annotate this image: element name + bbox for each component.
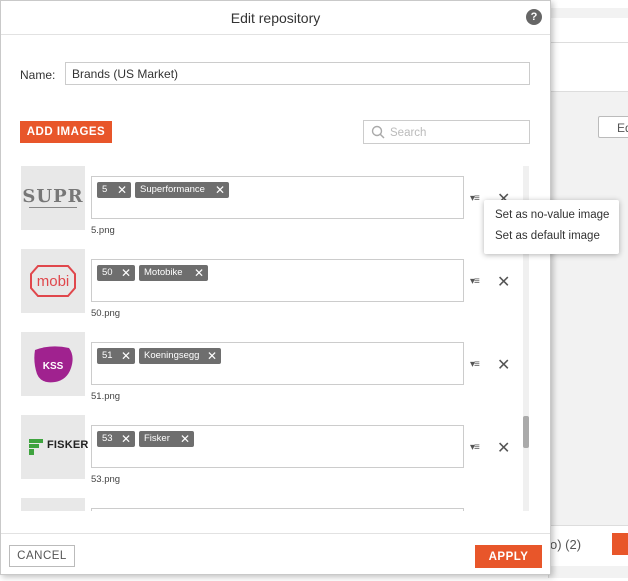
edit-repository-dialog: Edit repository ? Name: ADD IMAGES SUPR … bbox=[0, 0, 619, 575]
background-edit-button[interactable]: Ed bbox=[598, 116, 628, 138]
search-input[interactable] bbox=[388, 124, 522, 142]
tag-remove-icon[interactable]: ✕ bbox=[207, 348, 217, 364]
background-action-button[interactable] bbox=[612, 533, 628, 555]
tag-chip: 51 ✕ bbox=[97, 348, 135, 364]
background-row bbox=[548, 18, 628, 43]
tag-label: 5 bbox=[102, 184, 108, 195]
name-input[interactable] bbox=[65, 62, 530, 85]
tag-remove-icon[interactable]: ✕ bbox=[121, 431, 131, 447]
tags-field[interactable]: 50 ✕ Motobike ✕ bbox=[91, 259, 464, 302]
tag-remove-icon[interactable]: ✕ bbox=[180, 431, 190, 447]
row-menu-icon[interactable]: ▾≡ bbox=[470, 276, 480, 287]
image-filename: 51.png bbox=[91, 391, 121, 402]
search-box[interactable] bbox=[363, 120, 530, 144]
image-filename: 50.png bbox=[91, 308, 121, 319]
row-menu-icon[interactable]: ▾≡ bbox=[470, 442, 480, 453]
background-status-text: o) (2) bbox=[550, 537, 582, 552]
remove-image-icon[interactable]: ✕ bbox=[497, 272, 510, 292]
row-menu-icon[interactable]: ▾≡ bbox=[470, 193, 480, 204]
tag-remove-icon[interactable]: ✕ bbox=[117, 182, 127, 198]
apply-button[interactable]: APPLY bbox=[475, 545, 542, 568]
image-thumbnail: FISKER bbox=[21, 415, 88, 479]
supr-logo: SUPR bbox=[22, 186, 84, 207]
tag-remove-icon[interactable]: ✕ bbox=[121, 265, 131, 281]
tag-label: Koeningsegg bbox=[144, 350, 200, 361]
tag-chip: 53 ✕ bbox=[97, 431, 135, 447]
dialog-footer: CANCEL APPLY bbox=[1, 533, 550, 575]
fisker-logo-text: FISKER bbox=[47, 439, 89, 451]
cancel-button[interactable]: CANCEL bbox=[9, 545, 75, 567]
scrollbar-thumb[interactable] bbox=[523, 416, 529, 448]
tag-label: 51 bbox=[102, 350, 113, 361]
background-panel bbox=[548, 8, 628, 578]
image-thumbnail: SUPR bbox=[21, 166, 85, 230]
tag-chip: 50 ✕ bbox=[97, 265, 135, 281]
tags-field[interactable]: 51 ✕ Koeningsegg ✕ bbox=[91, 342, 464, 385]
help-icon[interactable]: ? bbox=[526, 9, 542, 25]
add-images-button[interactable]: ADD IMAGES bbox=[20, 121, 112, 143]
tag-remove-icon[interactable]: ✕ bbox=[215, 182, 225, 198]
tag-remove-icon[interactable]: ✕ bbox=[121, 348, 131, 364]
dialog-title: Edit repository bbox=[230, 10, 321, 26]
tag-chip: Fisker ✕ bbox=[139, 431, 194, 447]
tags-field[interactable]: 5 ✕ Superformance ✕ bbox=[91, 176, 464, 219]
image-list-item bbox=[19, 498, 519, 511]
row-menu-icon[interactable]: ▾≡ bbox=[470, 359, 480, 370]
tag-chip: Superformance ✕ bbox=[135, 182, 229, 198]
image-list-item: KSS 51 ✕ Koeningsegg ✕ 51.png ▾≡ ✕ bbox=[19, 332, 519, 412]
tags-field[interactable] bbox=[91, 508, 464, 511]
tag-label: Superformance bbox=[140, 184, 205, 195]
kss-logo: KSS bbox=[34, 346, 73, 383]
mobi-logo-text: mobi bbox=[37, 273, 70, 290]
image-filename: 5.png bbox=[91, 225, 115, 236]
tag-chip: Motobike ✕ bbox=[139, 265, 208, 281]
image-filename: 53.png bbox=[91, 474, 121, 485]
logo-underline bbox=[29, 207, 77, 208]
tag-chip: Koeningsegg ✕ bbox=[139, 348, 221, 364]
image-list-item: SUPR 5 ✕ Superformance ✕ 5.png ▾≡ ✕ bbox=[19, 166, 519, 246]
tag-chip: 5 ✕ bbox=[97, 182, 131, 198]
menu-item-set-no-value-image[interactable]: Set as no-value image bbox=[495, 209, 609, 221]
tags-field[interactable]: 53 ✕ Fisker ✕ bbox=[91, 425, 464, 468]
dialog-header: Edit repository ? bbox=[1, 1, 550, 35]
image-list-item: mobi 50 ✕ Motobike ✕ 50.png ▾≡ ✕ bbox=[19, 249, 519, 329]
tag-remove-icon[interactable]: ✕ bbox=[194, 265, 204, 281]
background-row bbox=[548, 67, 628, 92]
mobi-logo: mobi bbox=[30, 265, 76, 297]
tag-label: Motobike bbox=[144, 267, 183, 278]
remove-image-icon[interactable]: ✕ bbox=[497, 438, 510, 458]
image-thumbnail bbox=[21, 498, 85, 511]
image-context-menu: Set as no-value image Set as default ima… bbox=[484, 200, 619, 254]
menu-item-set-default-image[interactable]: Set as default image bbox=[495, 230, 600, 242]
name-label: Name: bbox=[20, 68, 56, 82]
tag-label: Fisker bbox=[144, 433, 170, 444]
search-icon bbox=[371, 125, 385, 139]
background-row bbox=[548, 43, 628, 68]
image-thumbnail: KSS bbox=[21, 332, 85, 396]
image-thumbnail: mobi bbox=[21, 249, 85, 313]
image-list-item: FISKER 53 ✕ Fisker ✕ 53.png ▾≡ ✕ bbox=[19, 415, 519, 495]
tag-label: 50 bbox=[102, 267, 113, 278]
tag-label: 53 bbox=[102, 433, 113, 444]
kss-logo-text: KSS bbox=[43, 361, 64, 372]
remove-image-icon[interactable]: ✕ bbox=[497, 355, 510, 375]
image-list: SUPR 5 ✕ Superformance ✕ 5.png ▾≡ ✕ bbox=[19, 166, 530, 511]
